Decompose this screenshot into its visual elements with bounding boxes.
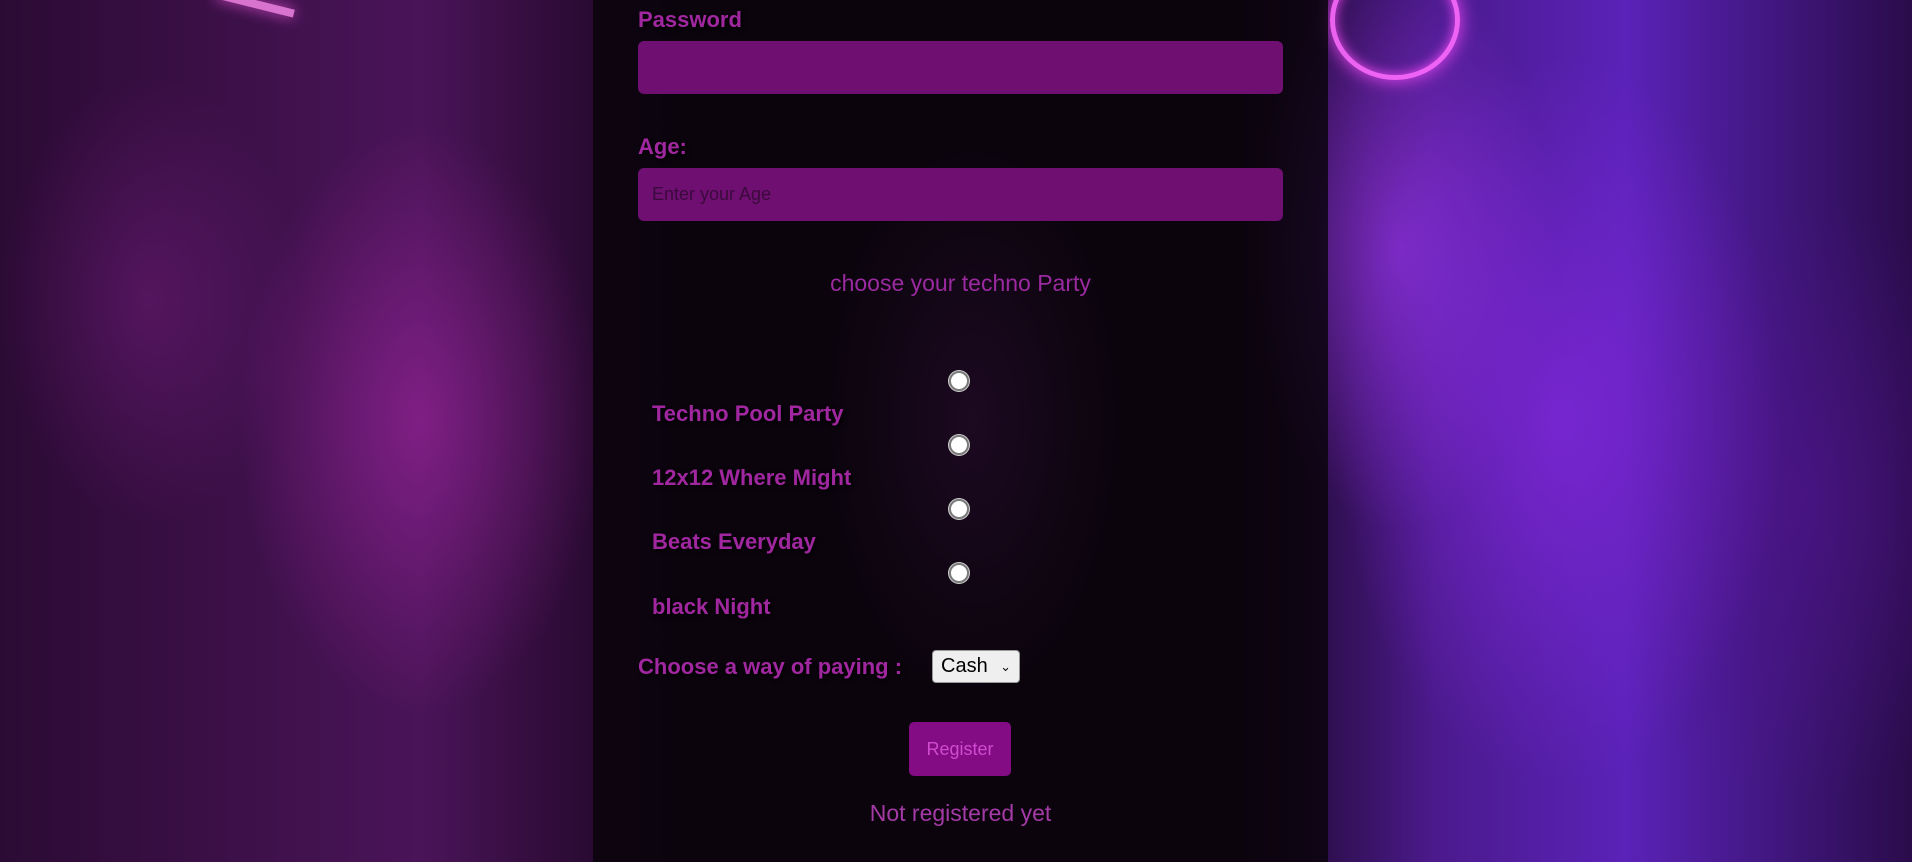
party-option-label: Beats Everyday <box>652 529 816 554</box>
party-option-label: black Night <box>652 594 771 619</box>
party-option-label: 12x12 Where Might <box>652 465 852 490</box>
chevron-down-icon: ⌄ <box>1000 658 1011 674</box>
payment-label: Choose a way of paying : <box>638 654 903 679</box>
age-input[interactable] <box>638 168 1283 221</box>
party-radio-black-night[interactable] <box>949 563 969 583</box>
payment-select[interactable]: Cash ⌄ <box>932 650 1020 683</box>
payment-selected-value: Cash <box>941 655 988 677</box>
neon-strip-decoration <box>215 0 295 18</box>
age-label: Age: <box>638 134 687 159</box>
party-radio-beats-everyday[interactable] <box>949 499 969 519</box>
not-registered-link[interactable]: Not registered yet <box>593 800 1328 827</box>
password-input[interactable] <box>638 41 1283 94</box>
party-radio-techno-pool-party[interactable] <box>949 371 969 391</box>
password-label: Password <box>638 7 742 32</box>
page: Password Age: choose your techno Party T… <box>0 0 1912 862</box>
neon-light-decoration <box>1330 0 1460 80</box>
register-button[interactable]: Register <box>909 722 1011 776</box>
registration-form-panel: Password Age: choose your techno Party T… <box>593 0 1328 862</box>
party-radio-12x12-where-might[interactable] <box>949 435 969 455</box>
party-option-label: Techno Pool Party <box>652 401 844 426</box>
party-section-title: choose your techno Party <box>830 270 1091 296</box>
